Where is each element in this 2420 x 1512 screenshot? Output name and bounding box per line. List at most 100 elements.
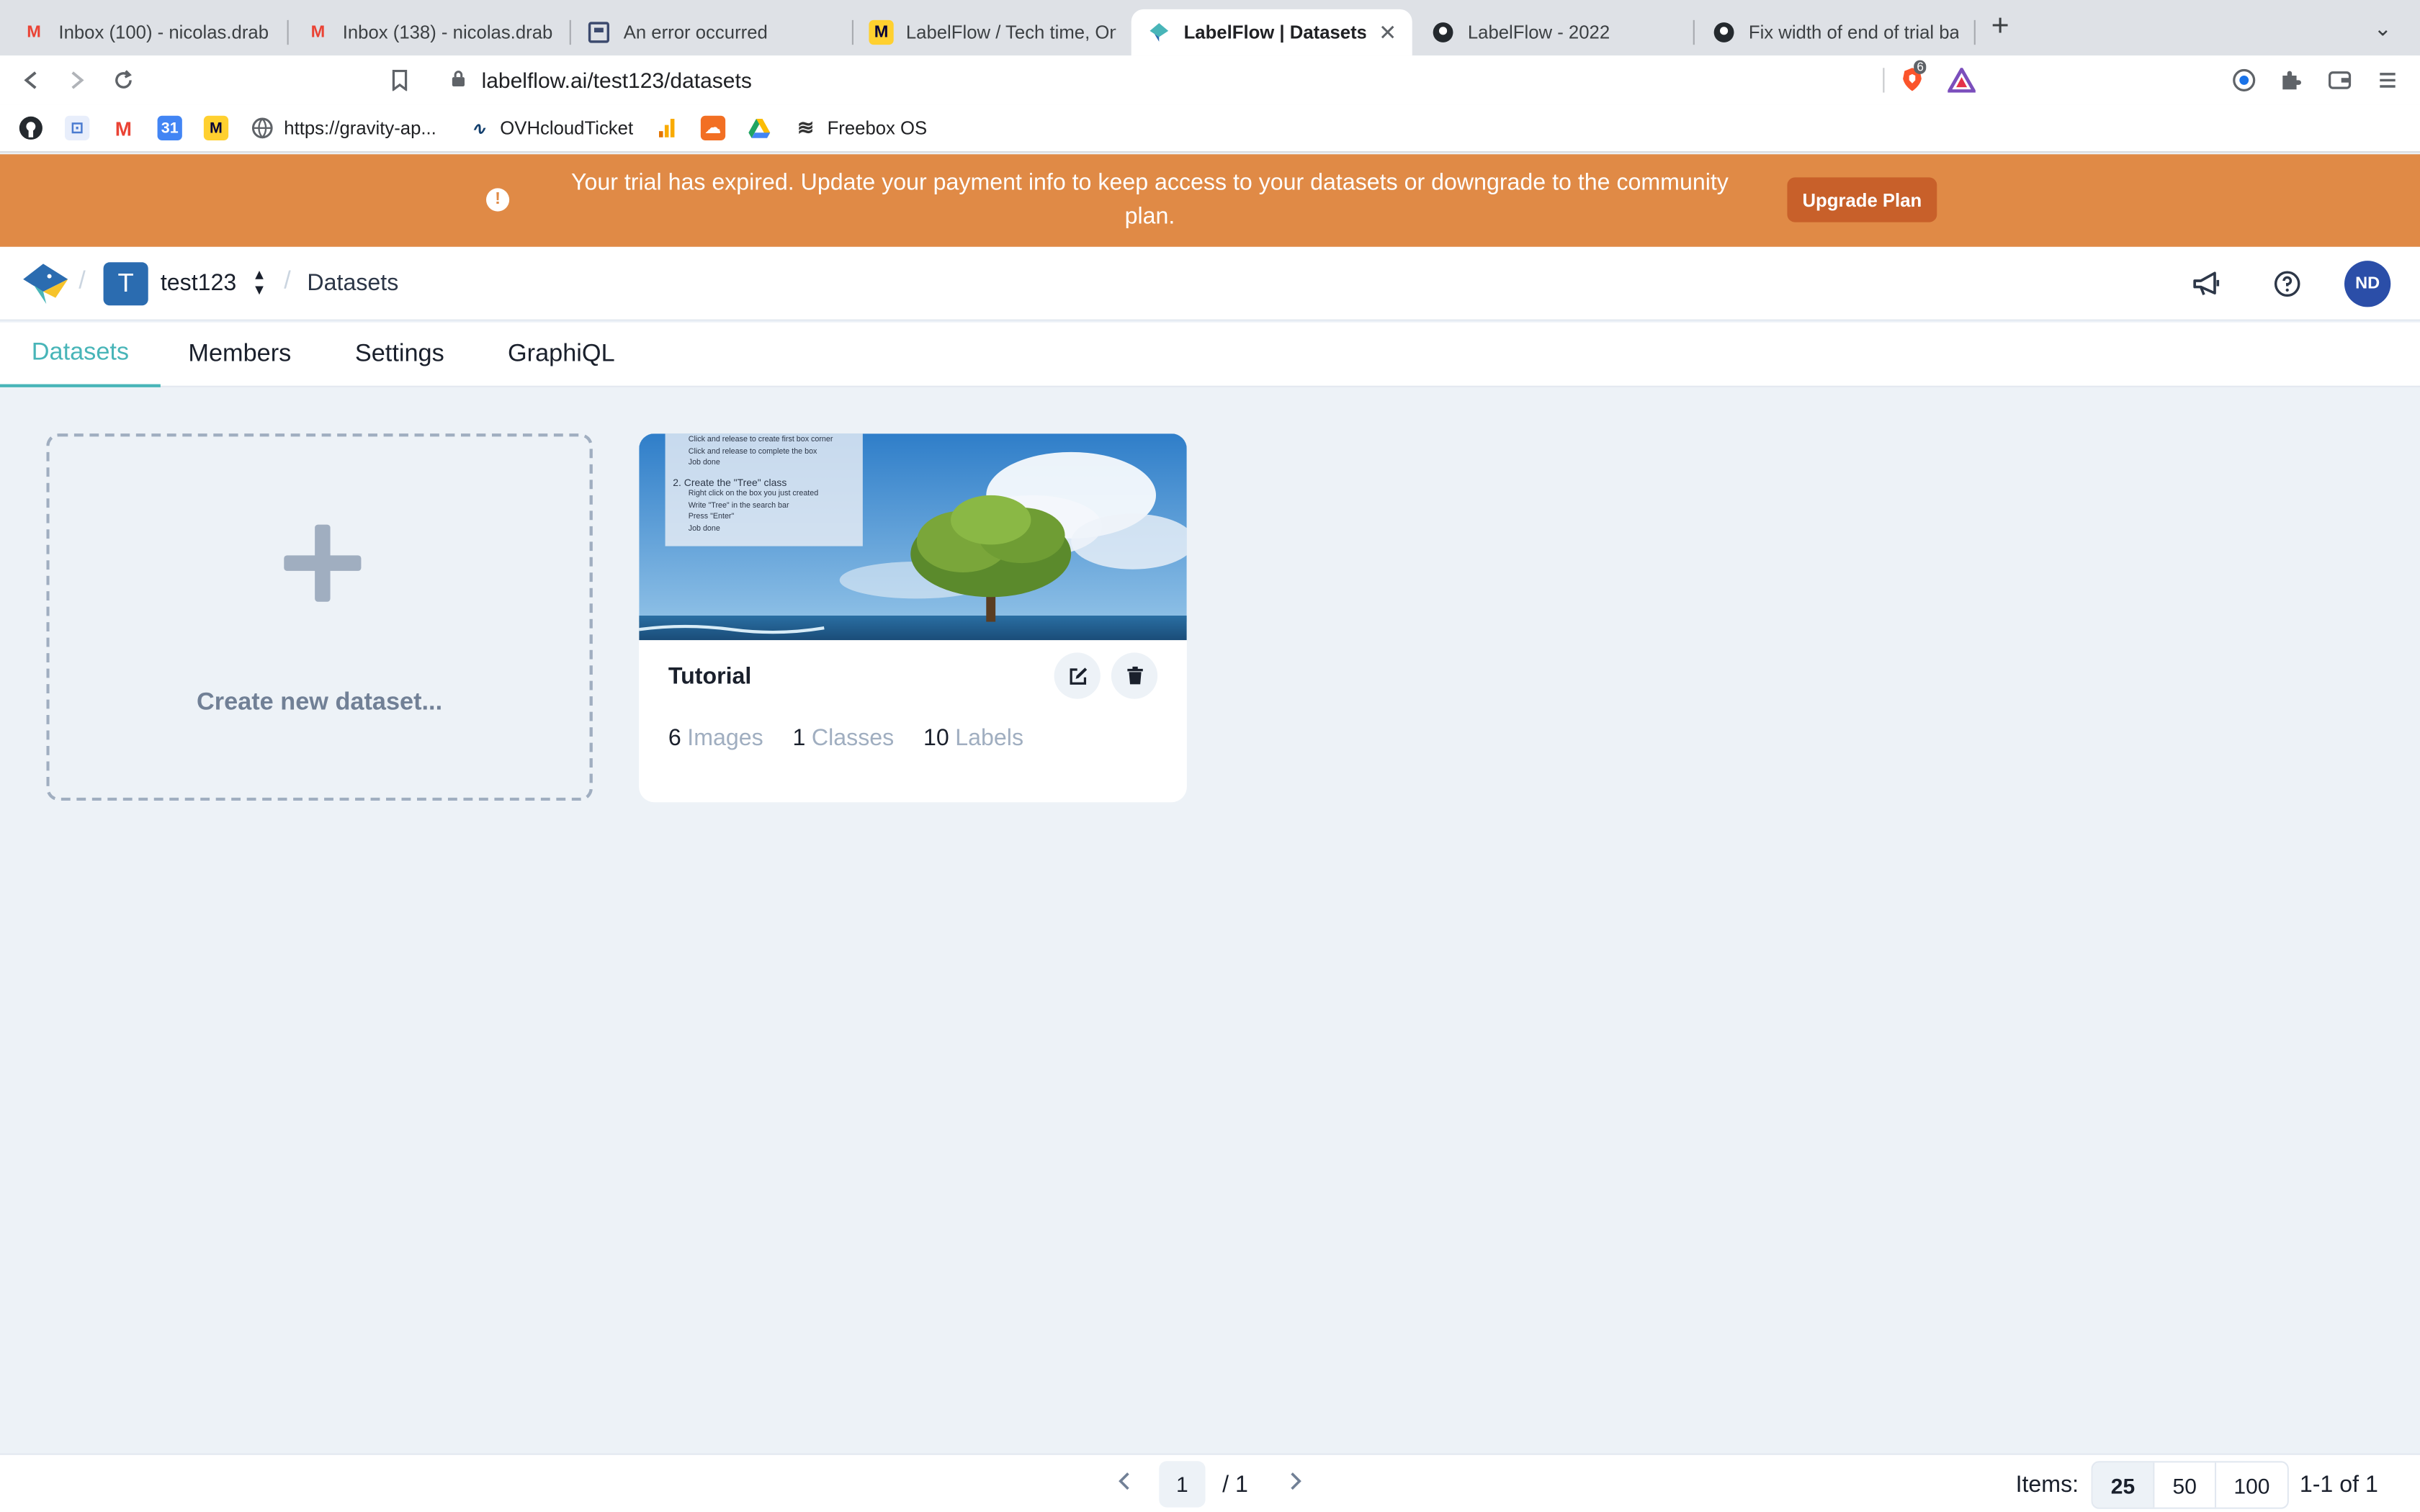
- edit-dataset-button[interactable]: [1054, 652, 1101, 699]
- workspace-name[interactable]: test123: [161, 270, 236, 296]
- browser-window: M Inbox (100) - nicolas.draber M Inbox (…: [0, 0, 2420, 1512]
- browser-tab[interactable]: M Inbox (138) - nicolas.draber: [290, 9, 568, 55]
- bookmark-github[interactable]: [19, 114, 53, 143]
- url-text: labelflow.ai/test123/datasets: [481, 68, 752, 93]
- current-page-input[interactable]: 1: [1159, 1461, 1206, 1508]
- calendar-icon: 31: [157, 115, 182, 140]
- images-count: 6: [668, 725, 681, 752]
- megaphone-icon: [2193, 271, 2220, 295]
- extensions-button[interactable]: [2275, 65, 2306, 96]
- tab-title: Inbox (100) - nicolas.draber: [58, 22, 269, 43]
- puzzle-icon: [2282, 71, 2301, 90]
- tab-title: Inbox (138) - nicolas.draber: [342, 22, 553, 43]
- bookmark-freebox[interactable]: ≋ Freebox OS: [793, 114, 927, 143]
- app-header: / T test123 ▴ ▾ / Datasets ND: [0, 246, 2420, 321]
- next-page-button[interactable]: [1283, 1470, 1307, 1500]
- tab-datasets[interactable]: Datasets: [0, 323, 161, 387]
- github-icon: [1430, 20, 1455, 45]
- dataset-card[interactable]: Click and release to create first box co…: [639, 433, 1187, 803]
- browser-tab[interactable]: M Inbox (100) - nicolas.draber: [6, 9, 284, 55]
- bookmark-gmail[interactable]: M: [111, 114, 145, 143]
- gmail-icon: M: [115, 116, 133, 140]
- browser-tab-active[interactable]: LabelFlow | Datasets ✕: [1131, 9, 1412, 56]
- vpn-extension-button[interactable]: [2228, 65, 2259, 96]
- edit-icon: [1069, 667, 1087, 684]
- close-tab-icon[interactable]: ✕: [1366, 19, 1397, 45]
- github-icon: [19, 116, 43, 140]
- thumbnail-line: Job done: [688, 523, 720, 534]
- thumbnail-heading: 2. Create the "Tree" class: [673, 477, 787, 489]
- announcements-button[interactable]: [2189, 266, 2226, 302]
- dataset-name: Tutorial: [668, 663, 752, 690]
- miro-icon: M: [203, 115, 229, 140]
- browser-tab[interactable]: An error occurred: [571, 9, 849, 55]
- upgrade-plan-button[interactable]: Upgrade Plan: [1787, 177, 1937, 222]
- dataset-stats: 6 Images 1 Classes 10 Labels: [668, 725, 1053, 751]
- browser-tab[interactable]: M LabelFlow / Tech time, Onlin: [853, 9, 1131, 55]
- bookmark-drive[interactable]: [747, 114, 781, 143]
- freebox-icon: ≋: [797, 115, 815, 139]
- new-tab-button[interactable]: +: [1985, 11, 2016, 43]
- wallet-button[interactable]: [2324, 65, 2355, 96]
- lock-icon: [451, 68, 472, 91]
- bookmark-calendar[interactable]: 31: [157, 114, 192, 143]
- bookmark-gravity[interactable]: https://gravity-ap...: [250, 114, 436, 143]
- bookmark-soundcloud[interactable]: ☁: [700, 114, 735, 143]
- thumbnail-line: Job done: [688, 458, 720, 468]
- tab-title: LabelFlow | Datasets: [1183, 22, 1366, 43]
- brave-rewards-button[interactable]: [1946, 65, 1977, 96]
- tab-separator: [1973, 19, 1976, 45]
- chevron-left-icon: [1119, 1472, 1129, 1490]
- bookmark-label: OVHcloudTicket: [500, 117, 634, 139]
- per-page-100-button[interactable]: 100: [2216, 1462, 2287, 1508]
- tab-members[interactable]: Members: [161, 323, 319, 387]
- tab-separator: [1693, 19, 1695, 45]
- workspace-avatar[interactable]: T: [103, 262, 148, 306]
- address-bar[interactable]: labelflow.ai/test123/datasets: [435, 61, 1989, 99]
- forward-button[interactable]: [62, 65, 93, 96]
- gmail-icon: M: [27, 23, 41, 42]
- previous-page-button[interactable]: [1113, 1470, 1137, 1500]
- bookmark-icon: [392, 69, 408, 91]
- bookmark-label: https://gravity-ap...: [284, 117, 436, 139]
- per-page-25-button[interactable]: 25: [2092, 1462, 2155, 1508]
- classes-stat: 1 Classes: [792, 725, 894, 751]
- ovh-icon: ∿: [471, 120, 486, 138]
- user-avatar[interactable]: ND: [2344, 261, 2391, 307]
- browser-toolbar: labelflow.ai/test123/datasets 6: [0, 55, 2420, 105]
- labelflow-logo-icon[interactable]: [22, 261, 71, 307]
- help-button[interactable]: [2269, 266, 2305, 302]
- tab-title: LabelFlow - 2022: [1467, 22, 1610, 43]
- back-arrow-icon: [24, 71, 37, 89]
- bookmark-miro[interactable]: M: [203, 114, 238, 143]
- delete-dataset-button[interactable]: [1111, 652, 1158, 699]
- trial-expired-banner: ! Your trial has expired. Update your pa…: [0, 154, 2420, 247]
- reload-icon: [115, 70, 132, 89]
- labelflow-icon: [1147, 20, 1171, 45]
- reload-button[interactable]: [108, 65, 139, 96]
- document-icon: [586, 20, 611, 45]
- thumbnail-line: Press "Enter": [688, 512, 735, 522]
- create-dataset-card[interactable]: Create new dataset...: [46, 433, 593, 801]
- workspace-switcher-chevrons-icon[interactable]: ▴ ▾: [251, 266, 266, 299]
- tab-separator: [287, 19, 289, 45]
- bookmark-meet[interactable]: ⊡: [65, 114, 99, 143]
- wallet-icon: [2329, 71, 2352, 89]
- warning-icon: !: [486, 188, 510, 212]
- browser-tab[interactable]: Fix width of end of trial ban: [1696, 9, 1974, 55]
- bookmark-ovh[interactable]: ∿ OVHcloudTicket: [466, 114, 633, 143]
- banner-message: Your trial has expired. Update your paym…: [570, 169, 1729, 230]
- back-button[interactable]: [15, 65, 46, 96]
- browser-menu-button[interactable]: [2372, 65, 2403, 96]
- tab-settings[interactable]: Settings: [327, 323, 472, 387]
- labels-count: 10: [923, 725, 949, 752]
- bookmark-button[interactable]: [385, 65, 416, 96]
- soundcloud-icon: ☁: [700, 115, 726, 140]
- per-page-50-button[interactable]: 50: [2154, 1462, 2217, 1508]
- browser-tab[interactable]: LabelFlow - 2022: [1415, 9, 1693, 55]
- github-icon: [1711, 20, 1736, 45]
- tab-graphiql[interactable]: GraphiQL: [480, 323, 642, 387]
- bookmark-analytics[interactable]: [655, 114, 689, 143]
- tab-search-chevron-icon[interactable]: ⌄: [2374, 15, 2392, 41]
- brave-shields-button[interactable]: 6: [1897, 60, 1928, 96]
